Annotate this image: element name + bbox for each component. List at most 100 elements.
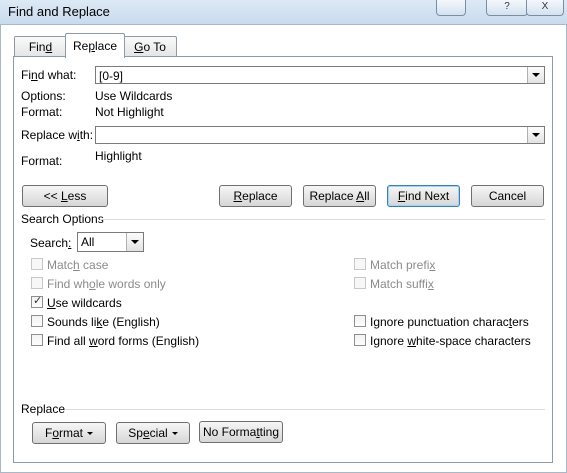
find-next-label-post: ind Next (405, 189, 450, 203)
tab-replace[interactable]: Replace (65, 33, 125, 58)
less-button[interactable]: << Less (22, 185, 108, 207)
find-what-label: Find what: (21, 68, 76, 82)
find-what-label-post: d what: (37, 68, 77, 82)
close-icon: X (541, 1, 549, 12)
search-direction-dropdown-icon[interactable] (126, 233, 143, 251)
match-suffix-label-pre: Match suffi (370, 277, 428, 291)
match-case-label-post: case (79, 258, 109, 272)
use-wildcards-checkbox-box[interactable]: ✓ (31, 295, 43, 308)
format-menu-button[interactable]: Format (32, 422, 106, 444)
search-direction-select[interactable]: All (77, 232, 144, 252)
find-next-button[interactable]: Find Next (387, 185, 460, 207)
replace-with-combo[interactable] (95, 126, 545, 144)
less-label-post: ess (67, 189, 87, 203)
replace-with-label-pre: Replace w (21, 128, 78, 142)
replace-format-label: Format: (21, 154, 63, 168)
ignore-punctuation-checkbox-box[interactable] (354, 315, 366, 327)
window-title: Find and Replace (8, 4, 110, 19)
ignore-punctuation-label-pre: Ignore punctuation charac (370, 315, 509, 329)
replace-with-dropdown-icon[interactable] (527, 127, 544, 143)
sounds-like-label-pre: Sounds li (47, 315, 97, 329)
word-forms-checkbox-box[interactable] (31, 334, 43, 346)
replace-all-label-post: ll (364, 189, 370, 203)
tab-replace-label-post: lace (95, 39, 118, 53)
ignore-whitespace-checkbox-box[interactable] (354, 334, 366, 346)
find-what-label-pre: Fi (21, 68, 31, 82)
special-label-ul: e (142, 426, 150, 440)
search-direction-value: All (81, 235, 95, 249)
replace-all-label-ul: A (356, 189, 365, 203)
whole-words-label: Find whole words only (47, 277, 166, 291)
sounds-like-label: Sounds like (English) (47, 315, 160, 329)
less-label-ul: L (60, 189, 68, 203)
no-formatting-label-pre: No Forma (202, 425, 257, 439)
find-format-label: Format: (21, 105, 63, 119)
match-suffix-label: Match suffix (370, 277, 434, 291)
find-format-value: Not Highlight (95, 105, 164, 119)
options-label: Options: (21, 89, 66, 103)
match-case-checkbox-box[interactable] (31, 258, 43, 270)
find-what-label-ul: n (31, 68, 38, 82)
tab-goto[interactable]: Go To (123, 36, 177, 57)
use-wildcards-label-post: se wildcards (55, 296, 122, 310)
match-prefix-label: Match prefix (370, 258, 435, 272)
replace-with-label-post: th: (79, 128, 94, 142)
find-what-dropdown-icon[interactable] (527, 67, 544, 83)
special-label-pre: Sp (128, 426, 143, 440)
no-formatting-label-post: ting (259, 425, 280, 439)
tab-find-label-pre: Fin (28, 40, 46, 54)
replace-all-button[interactable]: Replace All (303, 185, 376, 207)
special-label-post: cial (149, 426, 168, 440)
find-what-input[interactable]: [0-9] (99, 69, 123, 83)
help-button[interactable]: ? (486, 0, 528, 16)
word-forms-label-pre: Find all (47, 334, 90, 348)
word-forms-label: Find all word forms (English) (47, 334, 199, 348)
ignore-punctuation-label-post: ers (512, 315, 529, 329)
options-value: Use Wildcards (95, 89, 173, 103)
match-prefix-label-pre: Match prefi (370, 258, 430, 272)
tab-replace-label-pre: Re (72, 39, 89, 53)
special-menu-button[interactable]: Special (116, 422, 190, 444)
match-suffix-label-ul: x (427, 277, 434, 291)
whole-words-label-pre: Find wh (47, 277, 90, 291)
replace-format-value: Highlight (95, 149, 142, 163)
less-label-pre: << (43, 189, 61, 203)
replace-section-divider (66, 409, 545, 410)
search-label: Search: (30, 236, 71, 250)
whole-words-label-ul: o (89, 277, 96, 291)
whole-words-checkbox-box[interactable] (31, 277, 43, 289)
ignore-whitespace-label-post: hite-space characters (416, 334, 531, 348)
format-dropdown-arrow-icon (87, 432, 94, 436)
word-forms-label-ul: w (89, 334, 98, 348)
search-options-heading: Search Options (21, 212, 104, 226)
replace-label-post: eplace (242, 189, 278, 203)
replace-all-label-pre: Replace (309, 189, 357, 203)
restore-button[interactable] (436, 0, 466, 16)
format-label-ul: o (52, 426, 60, 440)
ignore-whitespace-label-pre: Ignore (370, 334, 408, 348)
checkmark-icon: ✓ (33, 295, 43, 307)
sounds-like-label-post: e (English) (102, 315, 160, 329)
title-bar: Find and Replace ? X (0, 0, 567, 25)
use-wildcards-label-ul: U (47, 296, 56, 310)
tab-find[interactable]: Find (14, 36, 67, 57)
cancel-button[interactable]: Cancel (471, 185, 544, 207)
match-prefix-checkbox-box[interactable] (354, 258, 366, 270)
sounds-like-checkbox-box[interactable] (31, 315, 43, 327)
replace-button[interactable]: Replace (219, 185, 292, 207)
no-formatting-button[interactable]: No Formatting (199, 421, 283, 443)
special-dropdown-arrow-icon (171, 432, 178, 436)
ignore-whitespace-label-ul: w (407, 334, 417, 348)
tab-find-label-ul: d (45, 40, 53, 54)
search-options-divider (100, 219, 545, 220)
match-case-label-pre: Matc (47, 258, 74, 272)
whole-words-label-post: le words only (95, 277, 166, 291)
match-prefix-label-ul: x (429, 258, 436, 272)
replace-section-heading: Replace (21, 402, 66, 416)
match-suffix-checkbox-box[interactable] (354, 277, 366, 289)
use-wildcards-label: Use wildcards (47, 296, 122, 310)
find-what-combo[interactable]: [0-9] (95, 66, 545, 84)
tab-replace-label-ul: p (88, 39, 95, 53)
format-label-post: rmat (59, 426, 84, 440)
close-button[interactable]: X (526, 0, 564, 16)
